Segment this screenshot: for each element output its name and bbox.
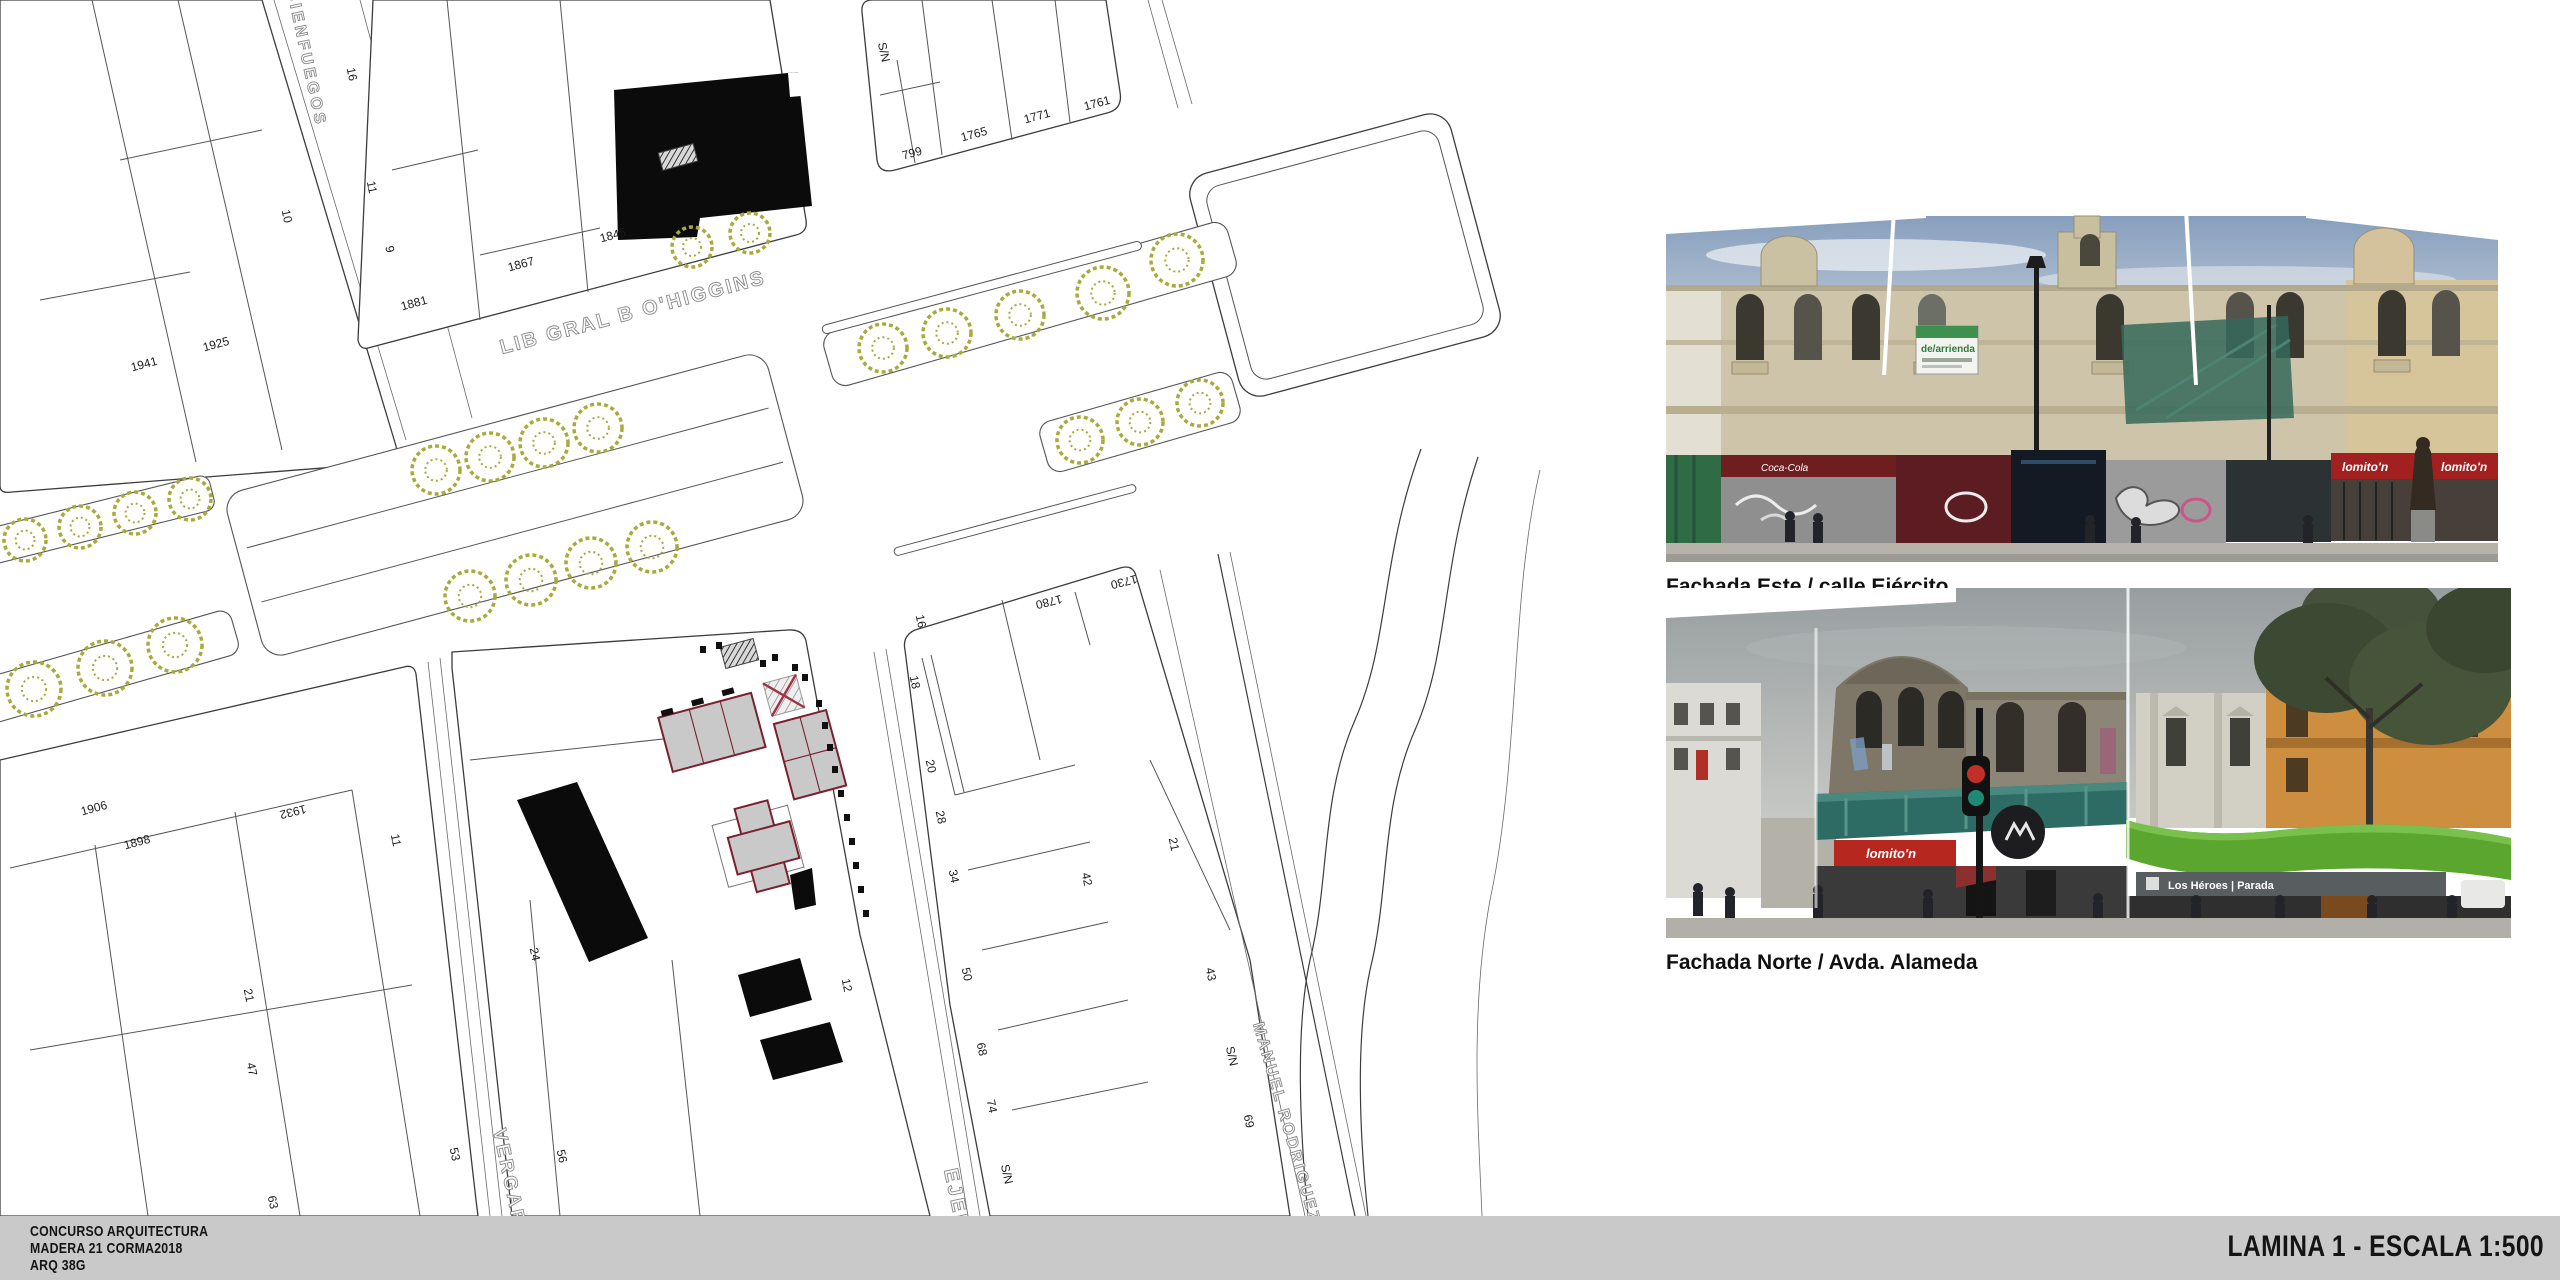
rotunda-building bbox=[1828, 656, 1976, 806]
facade-north-montage: lomito'n bbox=[1666, 588, 2511, 938]
project-info-line2: MADERA 21 CORMA2018 bbox=[30, 1240, 208, 1257]
right-classical-building bbox=[2136, 693, 2266, 828]
caption-facade-north: Fachada Norte / Avda. Alameda bbox=[1666, 951, 2511, 975]
facade-north-photo: lomito'n bbox=[1666, 588, 2511, 975]
arrienda-sign: de/arrienda bbox=[1916, 326, 1978, 374]
svg-text:lomito'n: lomito'n bbox=[1866, 846, 1916, 861]
van bbox=[2461, 880, 2505, 908]
sheet-title: LAMINA 1 - ESCALA 1:500 bbox=[2227, 1230, 2544, 1264]
svg-text:Coca-Cola: Coca-Cola bbox=[1761, 463, 1809, 474]
svg-text:lomito'n: lomito'n bbox=[2441, 460, 2487, 474]
lomiton-storefront: lomito'n bbox=[1816, 840, 2128, 918]
storefronts: Coca-Cola lomito'n lomito'n bbox=[1666, 437, 2498, 562]
presentation-sheet: LIB GRAL B O'HIGGINSCIENFUEGOSVERGARAEJE… bbox=[0, 0, 2560, 1280]
svg-text:Los Héroes | Parada: Los Héroes | Parada bbox=[2168, 880, 2275, 892]
city-blocks bbox=[0, 0, 1540, 1216]
green-canopy bbox=[2126, 820, 2511, 880]
site-plan: LIB GRAL B O'HIGGINSCIENFUEGOSVERGARAEJE… bbox=[0, 0, 1560, 1216]
facade-east-photo: de/arrienda Coca-Cola bbox=[1666, 210, 2498, 599]
svg-text:lomito'n: lomito'n bbox=[2342, 460, 2388, 474]
project-info-line3: ARQ 38G bbox=[30, 1257, 208, 1274]
metro-sign-band: Los Héroes | Parada bbox=[2136, 872, 2446, 896]
svg-text:16: 16 bbox=[344, 66, 361, 82]
project-info-line1: CONCURSO ARQUITECTURA bbox=[30, 1223, 208, 1240]
project-info: CONCURSO ARQUITECTURA MADERA 21 CORMA201… bbox=[30, 1223, 208, 1274]
facade-east-montage: de/arrienda Coca-Cola bbox=[1666, 210, 2498, 562]
svg-text:de/arrienda: de/arrienda bbox=[1921, 344, 1975, 355]
svg-text:EJERCITO: EJERCITO bbox=[939, 1166, 986, 1216]
title-bar: CONCURSO ARQUITECTURA MADERA 21 CORMA201… bbox=[0, 1216, 2560, 1280]
